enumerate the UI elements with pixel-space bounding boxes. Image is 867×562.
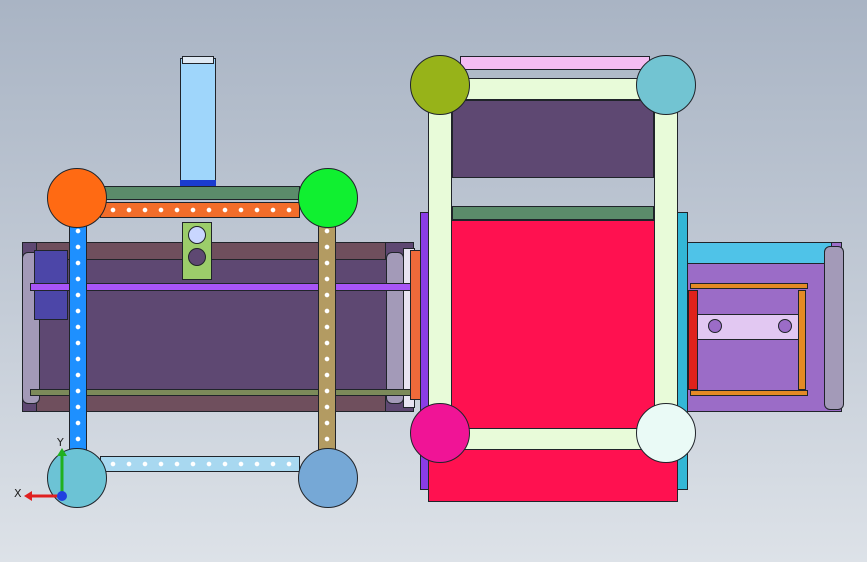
column-cap xyxy=(182,56,214,64)
bottom-holed-bar[interactable] xyxy=(100,456,300,472)
x-axis-label: X xyxy=(14,487,22,500)
main-red-belt[interactable] xyxy=(428,220,678,502)
main-frame-left[interactable] xyxy=(428,100,452,430)
tan-vertical-rail[interactable] xyxy=(318,218,336,463)
axis-triad: X Y xyxy=(14,436,84,510)
blue-vertical-rail[interactable] xyxy=(69,218,87,463)
right-end-roller[interactable] xyxy=(386,252,404,404)
purple-crossbar[interactable] xyxy=(30,283,414,291)
main-frame-top[interactable] xyxy=(440,78,668,100)
upper-gantry-bar[interactable] xyxy=(100,186,300,200)
olive-circle[interactable] xyxy=(410,55,470,115)
sensor-hole-bottom xyxy=(188,248,206,266)
main-frame-bottom[interactable] xyxy=(440,428,668,450)
y-axis-label: Y xyxy=(57,436,64,449)
steelblue-circle[interactable] xyxy=(298,448,358,508)
side-rail-bottom xyxy=(690,390,808,396)
main-top-pink-rail[interactable] xyxy=(460,56,650,70)
magenta-circle[interactable] xyxy=(410,403,470,463)
teal-circle[interactable] xyxy=(636,55,696,115)
white-circle[interactable] xyxy=(636,403,696,463)
side-conveyor-end-roller[interactable] xyxy=(824,246,844,410)
cad-viewport[interactable]: { "viewport": { "background_top": "#a9b4… xyxy=(0,0,867,562)
side-plate-hole-right xyxy=(778,319,792,333)
lower-crossbar[interactable] xyxy=(30,389,414,396)
orange-circle[interactable] xyxy=(47,168,107,228)
side-red-rail[interactable] xyxy=(688,290,698,390)
side-conveyor-cyan-top xyxy=(682,242,832,264)
side-orange-rail[interactable] xyxy=(798,290,806,390)
main-dark-panel xyxy=(452,100,654,178)
vertical-column[interactable] xyxy=(180,58,216,188)
green-circle[interactable] xyxy=(298,168,358,228)
triad-icon xyxy=(24,448,67,501)
sensor-hole-top xyxy=(188,226,206,244)
side-plate-hole-left xyxy=(708,319,722,333)
orange-holed-bar[interactable] xyxy=(100,202,300,218)
side-rail-top xyxy=(690,283,808,289)
main-green-crossbar[interactable] xyxy=(452,206,654,220)
main-frame-right[interactable] xyxy=(654,100,678,430)
